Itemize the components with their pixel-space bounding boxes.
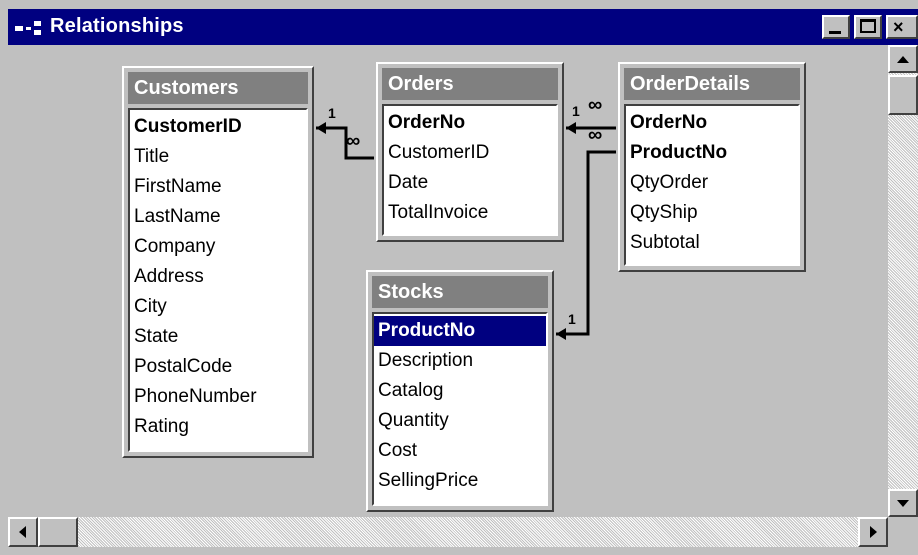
close-icon: × — [893, 17, 904, 37]
orders-table[interactable]: Orders OrderNo CustomerID Date TotalInvo… — [376, 62, 564, 242]
rel-one-orders: 1 — [572, 103, 580, 119]
relationships-window: Relationships × Customers CustomerID Tit… — [0, 0, 918, 555]
field-catalog[interactable]: Catalog — [378, 376, 444, 406]
orders-field-list: OrderNo CustomerID Date TotalInvoice — [382, 104, 558, 236]
right-arrow-icon — [870, 526, 877, 538]
field-productno-selected[interactable]: ProductNo — [374, 316, 546, 346]
horizontal-scrollbar[interactable] — [8, 517, 888, 547]
orderdetails-table[interactable]: OrderDetails OrderNo ProductNo QtyOrder … — [618, 62, 806, 272]
scrollbar-corner — [888, 517, 918, 547]
minimize-icon — [829, 31, 841, 34]
field-title[interactable]: Title — [134, 142, 169, 172]
title-bar[interactable]: Relationships × — [8, 9, 918, 45]
rel-one-customers: 1 — [328, 105, 336, 121]
orderdetails-table-title[interactable]: OrderDetails — [624, 68, 800, 100]
rel-many-orderdetails: ∞ — [588, 94, 603, 116]
field-customerid[interactable]: CustomerID — [134, 112, 242, 142]
orders-table-title[interactable]: Orders — [382, 68, 558, 100]
field-quantity[interactable]: Quantity — [378, 406, 449, 436]
close-button[interactable]: × — [886, 15, 918, 39]
field-firstname[interactable]: FirstName — [134, 172, 222, 202]
rel-many-orders: ∞ — [346, 130, 361, 152]
field-lastname[interactable]: LastName — [134, 202, 221, 232]
vertical-scroll-thumb[interactable] — [888, 75, 918, 115]
scroll-left-button[interactable] — [8, 517, 38, 547]
minimize-button[interactable] — [822, 15, 850, 39]
relationships-icon — [15, 21, 41, 35]
field-rating[interactable]: Rating — [134, 412, 189, 442]
stocks-table-title[interactable]: Stocks — [372, 276, 548, 308]
down-arrow-icon — [897, 500, 909, 507]
maximize-button[interactable] — [854, 15, 882, 39]
field-qtyship[interactable]: QtyShip — [630, 198, 698, 228]
rel-one-stocks: 1 — [568, 311, 576, 327]
field-productno[interactable]: ProductNo — [630, 138, 727, 168]
field-orderno[interactable]: OrderNo — [630, 108, 707, 138]
stocks-field-list: ProductNo Description Catalog Quantity C… — [372, 312, 548, 506]
field-postalcode[interactable]: PostalCode — [134, 352, 232, 382]
field-description[interactable]: Description — [378, 346, 473, 376]
field-orderno[interactable]: OrderNo — [388, 108, 465, 138]
horizontal-scroll-thumb[interactable] — [38, 517, 78, 547]
field-address[interactable]: Address — [134, 262, 204, 292]
scroll-up-button[interactable] — [888, 45, 918, 73]
field-date[interactable]: Date — [388, 168, 428, 198]
window-title: Relationships — [50, 15, 184, 37]
scroll-down-button[interactable] — [888, 489, 918, 517]
stocks-table[interactable]: Stocks ProductNo Description Catalog Qua… — [366, 270, 554, 512]
customers-table[interactable]: Customers CustomerID Title FirstName Las… — [122, 66, 314, 458]
maximize-icon — [860, 19, 876, 33]
field-totalinvoice[interactable]: TotalInvoice — [388, 198, 488, 228]
field-sellingprice[interactable]: SellingPrice — [378, 466, 478, 496]
rel-many-orderdetails-product: ∞ — [588, 124, 603, 146]
orderdetails-field-list: OrderNo ProductNo QtyOrder QtyShip Subto… — [624, 104, 800, 266]
field-company[interactable]: Company — [134, 232, 215, 262]
field-city[interactable]: City — [134, 292, 167, 322]
field-subtotal[interactable]: Subtotal — [630, 228, 700, 258]
customers-field-list: CustomerID Title FirstName LastName Comp… — [128, 108, 308, 452]
field-qtyorder[interactable]: QtyOrder — [630, 168, 708, 198]
field-cost[interactable]: Cost — [378, 436, 417, 466]
field-phonenumber[interactable]: PhoneNumber — [134, 382, 257, 412]
up-arrow-icon — [897, 56, 909, 63]
scroll-right-button[interactable] — [858, 517, 888, 547]
customers-table-title[interactable]: Customers — [128, 72, 308, 104]
field-customerid[interactable]: CustomerID — [388, 138, 489, 168]
field-state[interactable]: State — [134, 322, 178, 352]
left-arrow-icon — [19, 526, 26, 538]
vertical-scrollbar[interactable] — [888, 45, 918, 517]
